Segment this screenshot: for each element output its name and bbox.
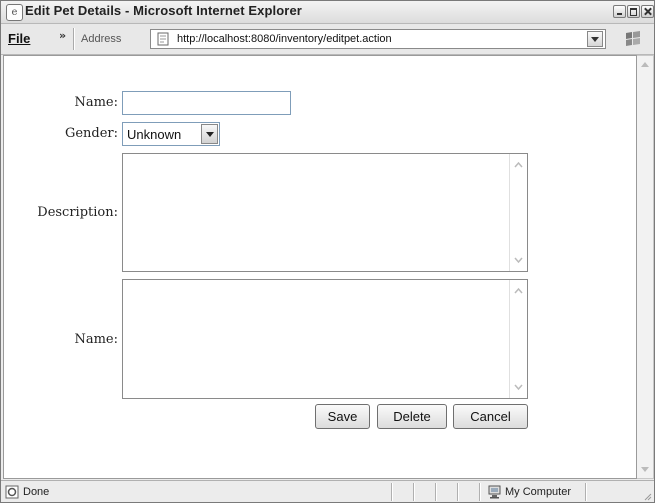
status-separator [391,483,393,501]
scroll-down-icon[interactable] [514,382,523,391]
status-text: Done [23,486,50,498]
menu-file[interactable]: File [8,31,30,46]
delete-button[interactable]: Delete [377,404,447,429]
cancel-button[interactable]: Cancel [453,404,528,429]
my-computer-icon [488,485,501,499]
ie-app-icon[interactable]: e [6,4,23,21]
description-textarea[interactable] [122,153,528,272]
name-label: Name: [74,95,118,110]
status-separator [457,483,459,501]
page-icon [157,32,169,46]
textarea-scrollbar[interactable] [509,280,527,398]
minimize-button[interactable] [613,5,626,18]
window-title: Edit Pet Details - Microsoft Internet Ex… [25,3,302,18]
address-label: Address [81,33,122,45]
status-separator [585,483,587,501]
status-separator [435,483,437,501]
gender-label: Gender: [64,126,118,141]
ie-page-icon [5,485,19,499]
address-dropdown-icon[interactable] [587,31,603,47]
status-separator [479,483,481,501]
title-bar: e Edit Pet Details - Microsoft Internet … [1,1,654,24]
windows-logo-icon [626,31,640,46]
status-separator [413,483,415,501]
name-input[interactable] [122,91,291,115]
scroll-up-icon[interactable] [514,161,523,170]
toolbar-chevron-icon[interactable]: » [59,29,66,42]
menu-address-bar: File » Address http://localhost:8080/inv… [1,24,654,55]
scroll-down-icon[interactable] [514,255,523,264]
scroll-up-icon[interactable] [514,287,523,296]
scroll-down-icon[interactable] [641,467,649,472]
status-bar: Done My Computer [1,480,654,502]
menu-file-label: File [8,31,31,46]
close-button[interactable] [641,5,654,18]
gender-select[interactable]: Unknown [122,122,220,146]
chevron-down-icon[interactable] [201,124,218,144]
maximize-button[interactable] [627,5,640,18]
gender-selected-value: Unknown [127,127,182,142]
textarea-scrollbar[interactable] [509,154,527,271]
toolbar-separator [73,28,75,50]
scroll-up-icon[interactable] [641,62,649,67]
name2-label: Name: [74,332,118,347]
description-label: Description: [37,205,118,220]
page-content: Name: Gender: Unknown Description: Name:… [3,55,637,479]
page-scrollbar[interactable] [637,55,654,479]
browser-window: e Edit Pet Details - Microsoft Internet … [0,0,655,503]
save-button[interactable]: Save [315,404,370,429]
zone-text: My Computer [505,486,572,498]
address-url: http://localhost:8080/inventory/editpet.… [177,33,392,45]
resize-grip-icon[interactable] [642,491,652,501]
address-input[interactable]: http://localhost:8080/inventory/editpet.… [150,29,606,49]
name-textarea[interactable] [122,279,528,399]
